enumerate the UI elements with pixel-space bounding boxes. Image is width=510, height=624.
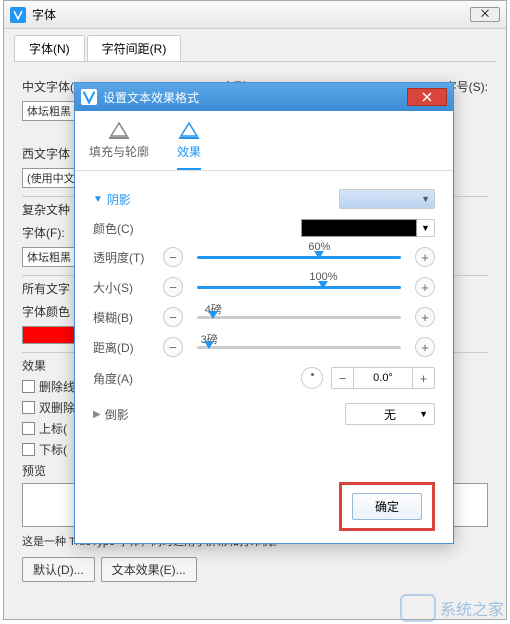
effect-dialog-titlebar: 设置文本效果格式: [75, 83, 453, 111]
effect-body: ▼ 阴影 ▼ 颜色(C) ▼ 透明度(T) − 60% + 大小(S) − 10…: [75, 171, 453, 443]
blur-label: 模糊(B): [93, 309, 163, 326]
opacity-slider[interactable]: 60%: [189, 256, 409, 259]
dbl-strike-checkbox[interactable]: [22, 401, 35, 414]
collapse-icon[interactable]: ▼: [93, 194, 103, 205]
strike-label: 删除线: [39, 378, 75, 395]
effect-tabs: 填充与轮廓 效果: [75, 111, 453, 171]
opacity-label: 透明度(T): [93, 249, 163, 266]
size-label: 大小(S): [93, 279, 163, 296]
tab-font[interactable]: 字体(N): [14, 35, 85, 61]
decrease-button[interactable]: −: [163, 277, 183, 297]
strike-checkbox[interactable]: [22, 380, 35, 393]
font-dialog-tabs: 字体(N) 字符间距(R): [14, 35, 496, 62]
shadow-preset-combo[interactable]: ▼: [339, 189, 435, 209]
shadow-color-swatch[interactable]: [301, 219, 417, 237]
size-slider[interactable]: 100%: [189, 286, 409, 289]
reflection-section: ▶ 倒影 无 ▼: [93, 403, 435, 425]
angle-value[interactable]: 0.0°: [354, 368, 412, 388]
dbl-strike-label: 双删除: [39, 399, 75, 416]
size-row: 大小(S) − 100% +: [93, 277, 435, 297]
tab-char-spacing[interactable]: 字符间距(R): [87, 35, 182, 61]
decrease-button[interactable]: −: [163, 307, 183, 327]
color-label: 颜色(C): [93, 220, 163, 237]
angle-spinner: − 0.0° +: [331, 367, 435, 389]
effect-icon: [178, 121, 200, 139]
increase-button[interactable]: +: [415, 277, 435, 297]
font-dialog-titlebar: 字体 ⨉: [4, 1, 506, 29]
increase-button[interactable]: +: [415, 337, 435, 357]
text-effect-button[interactable]: 文本效果(E)...: [101, 557, 197, 582]
app-logo-icon: [10, 7, 26, 23]
ok-button[interactable]: 确定: [352, 493, 422, 520]
increase-button[interactable]: +: [412, 368, 434, 388]
text-effect-dialog: 设置文本效果格式 填充与轮廓 效果 ▼ 阴影 ▼ 颜色(C) ▼ 透明度(T) …: [74, 82, 454, 544]
angle-row: 角度(A) − 0.0° +: [93, 367, 435, 389]
increase-button[interactable]: +: [415, 307, 435, 327]
increase-button[interactable]: +: [415, 247, 435, 267]
superscript-checkbox[interactable]: [22, 422, 35, 435]
tab-effect[interactable]: 效果: [177, 121, 201, 170]
collapse-icon[interactable]: ▶: [93, 409, 101, 420]
distance-label: 距离(D): [93, 339, 163, 356]
app-logo-icon: [81, 89, 97, 105]
fill-outline-icon: [108, 121, 130, 139]
font-dialog-title: 字体: [32, 6, 56, 23]
font-f-combo[interactable]: 体坛粗黑: [22, 247, 82, 267]
decrease-button[interactable]: −: [332, 368, 354, 388]
close-button[interactable]: ⨉: [470, 7, 500, 22]
superscript-label: 上标(: [39, 420, 67, 437]
shadow-section: ▼ 阴影 ▼: [93, 189, 435, 209]
subscript-label: 下标(: [39, 441, 67, 458]
en-font-combo[interactable]: (使用中文: [22, 168, 82, 188]
default-button[interactable]: 默认(D)...: [22, 557, 95, 582]
decrease-button[interactable]: −: [163, 337, 183, 357]
reflection-combo[interactable]: 无 ▼: [345, 403, 435, 425]
cn-font-combo[interactable]: 体坛粗黑: [22, 101, 82, 121]
blur-slider[interactable]: 4磅: [189, 316, 409, 319]
angle-label: 角度(A): [93, 370, 163, 387]
opacity-row: 透明度(T) − 60% +: [93, 247, 435, 267]
angle-dial[interactable]: [301, 367, 323, 389]
distance-row: 距离(D) − 3磅 +: [93, 337, 435, 357]
ok-highlight: 确定: [339, 482, 435, 531]
close-button[interactable]: [407, 88, 447, 106]
tab-fill-outline[interactable]: 填充与轮廓: [89, 121, 149, 170]
effect-dialog-title: 设置文本效果格式: [103, 89, 199, 106]
font-color-swatch[interactable]: [22, 326, 82, 344]
chevron-down-icon: ▼: [419, 409, 428, 419]
distance-slider[interactable]: 3磅: [189, 346, 409, 349]
color-row: 颜色(C) ▼: [93, 219, 435, 237]
blur-row: 模糊(B) − 4磅 +: [93, 307, 435, 327]
chevron-down-icon: ▼: [421, 194, 430, 204]
shadow-label: 阴影: [107, 191, 131, 208]
subscript-checkbox[interactable]: [22, 443, 35, 456]
reflection-label: 倒影: [105, 406, 129, 423]
decrease-button[interactable]: −: [163, 247, 183, 267]
color-dropdown-button[interactable]: ▼: [417, 219, 435, 237]
